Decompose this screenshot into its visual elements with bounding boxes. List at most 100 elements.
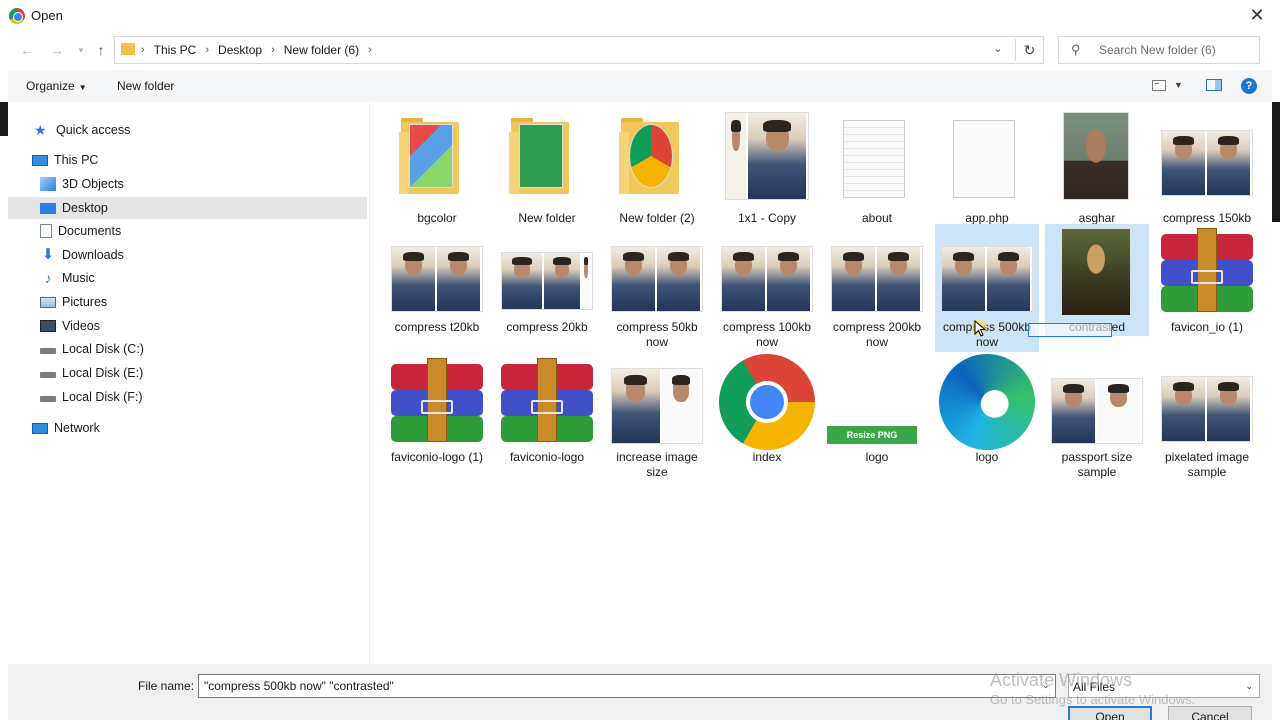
file-name: index <box>752 450 782 464</box>
image-thumbnail <box>611 246 703 312</box>
sidebar-item-network[interactable]: Network <box>32 417 100 439</box>
file-item[interactable]: Resize PNG logo <box>825 354 929 480</box>
folder-green-icon <box>507 118 571 194</box>
sidebar-item-pictures[interactable]: Pictures <box>40 291 107 313</box>
address-bar[interactable]: › This PC › Desktop › New folder (6) › ⌄… <box>114 36 1044 64</box>
winrar-archive-icon <box>501 358 593 442</box>
file-name: passport size sample <box>1061 450 1133 479</box>
drag-selection-outline <box>1028 323 1112 337</box>
file-item[interactable]: bgcolor <box>385 108 489 226</box>
chevron-right-icon[interactable]: › <box>205 44 209 56</box>
sidebar-item-label: Pictures <box>62 295 108 309</box>
chevron-down-icon: ▼ <box>78 83 87 92</box>
chrome-icon <box>9 8 25 24</box>
up-arrow-icon[interactable]: ↑ <box>92 42 110 58</box>
file-name: compress 20kb <box>506 320 588 334</box>
file-name: increase image size <box>616 450 698 479</box>
folder-icon <box>121 43 135 55</box>
close-icon[interactable]: ✕ <box>1246 4 1268 26</box>
sidebar-item-3d-objects[interactable]: 3D Objects <box>40 173 124 195</box>
sidebar-item-local-disk-e[interactable]: Local Disk (E:) <box>40 362 143 384</box>
document-icon <box>40 224 52 238</box>
search-input[interactable]: ⚲ Search New folder (6) <box>1058 36 1260 64</box>
recent-locations-icon[interactable]: ▾ <box>72 45 90 56</box>
organize-button[interactable]: Organize ▼ <box>26 79 87 93</box>
file-item[interactable]: compress 200kb now <box>825 224 929 350</box>
file-item[interactable]: increase image size <box>605 354 709 480</box>
sidebar-item-music[interactable]: ♪ Music <box>40 267 95 289</box>
file-item[interactable]: faviconio-logo <box>495 354 599 480</box>
file-item-selected[interactable]: contrasted <box>1045 224 1149 336</box>
folder-notepad-icon <box>397 118 461 194</box>
file-item[interactable]: app.php <box>935 108 1039 226</box>
new-folder-button[interactable]: New folder <box>117 79 174 93</box>
file-name: logo <box>865 450 889 464</box>
file-item[interactable]: passport size sample <box>1045 354 1149 480</box>
sidebar-item-local-disk-f[interactable]: Local Disk (F:) <box>40 386 143 408</box>
file-item[interactable]: favicon_io (1) <box>1155 224 1259 350</box>
chevron-down-icon: ⌄ <box>1245 681 1253 691</box>
resize-png-image-thumbnail: Resize PNG <box>827 426 917 444</box>
sidebar-item-downloads[interactable]: ⬇ Downloads <box>40 244 124 266</box>
pictures-icon <box>40 296 56 308</box>
change-view-icon[interactable] <box>1152 80 1166 91</box>
file-item[interactable]: index <box>715 354 819 480</box>
image-thumbnail <box>1063 112 1129 200</box>
background-window-edge <box>1272 102 1280 222</box>
chevron-down-icon[interactable]: ⌄ <box>989 42 1007 60</box>
file-item[interactable]: compress 150kb <box>1155 108 1259 226</box>
sidebar-item-documents[interactable]: Documents <box>40 220 121 242</box>
help-icon[interactable]: ? <box>1241 78 1257 94</box>
file-item[interactable]: compress 50kb now <box>605 224 709 350</box>
image-thumbnail <box>1051 378 1143 444</box>
sidebar-item-label: Network <box>54 421 100 435</box>
disk-icon <box>40 396 56 402</box>
back-arrow-icon[interactable]: ← <box>18 42 36 58</box>
image-thumbnail <box>831 246 923 312</box>
forward-arrow-icon[interactable]: → <box>48 42 66 58</box>
file-item[interactable]: New folder <box>495 108 599 226</box>
sidebar-item-local-disk-c[interactable]: Local Disk (C:) <box>40 338 144 360</box>
sidebar-item-videos[interactable]: Videos <box>40 315 100 337</box>
file-name-field[interactable]: "compress 500kb now" "contrasted" <box>198 674 1056 698</box>
file-item[interactable]: compress 100kb now <box>715 224 819 350</box>
sidebar-item-desktop[interactable]: Desktop <box>8 197 367 219</box>
network-icon <box>32 422 48 434</box>
file-name: pixelated image sample <box>1164 450 1250 479</box>
file-name: compress 100kb now <box>722 320 812 349</box>
file-item[interactable]: faviconio-logo (1) <box>385 354 489 480</box>
title-bar: Open ✕ <box>0 0 1280 32</box>
chevron-right-icon[interactable]: › <box>368 44 372 56</box>
winrar-archive-icon <box>391 358 483 442</box>
file-item[interactable]: compress t20kb <box>385 224 489 350</box>
image-thumbnail <box>725 112 809 200</box>
chevron-down-icon[interactable]: ▼ <box>1174 80 1183 90</box>
chevron-right-icon[interactable]: › <box>271 44 275 56</box>
image-thumbnail <box>501 252 593 310</box>
file-item[interactable]: asghar <box>1045 108 1149 226</box>
sidebar-item-label: Quick access <box>56 123 131 137</box>
refresh-icon[interactable]: ↻ <box>1015 39 1043 61</box>
desktop-icon <box>40 202 56 214</box>
file-item[interactable]: compress 20kb <box>495 224 599 350</box>
edge-icon <box>939 354 1035 450</box>
activation-watermark: Activate Windows Go to Settings to activ… <box>990 670 1195 710</box>
command-bar: Organize ▼ New folder ▼ ? <box>8 70 1272 102</box>
breadcrumb-new-folder-6[interactable]: New folder (6) <box>284 43 359 57</box>
file-item[interactable]: logo <box>935 354 1039 480</box>
image-thumbnail <box>1161 130 1253 196</box>
file-item[interactable]: 1x1 - Copy <box>715 108 819 226</box>
sidebar-item-label: Downloads <box>62 248 124 262</box>
file-item[interactable]: New folder (2) <box>605 108 709 226</box>
image-thumbnail <box>391 246 483 312</box>
cube-icon <box>40 177 56 191</box>
file-item[interactable]: about <box>825 108 929 226</box>
breadcrumb-desktop[interactable]: Desktop <box>218 43 262 57</box>
breadcrumb-this-pc[interactable]: This PC <box>154 43 197 57</box>
watermark-title: Activate Windows <box>990 670 1133 690</box>
sidebar-item-this-pc[interactable]: This PC <box>32 149 98 171</box>
file-item[interactable]: pixelated image sample <box>1155 354 1259 480</box>
preview-pane-icon[interactable] <box>1206 79 1222 91</box>
search-placeholder: Search New folder (6) <box>1099 43 1216 57</box>
sidebar-item-quick-access[interactable]: ★ Quick access <box>34 119 130 141</box>
